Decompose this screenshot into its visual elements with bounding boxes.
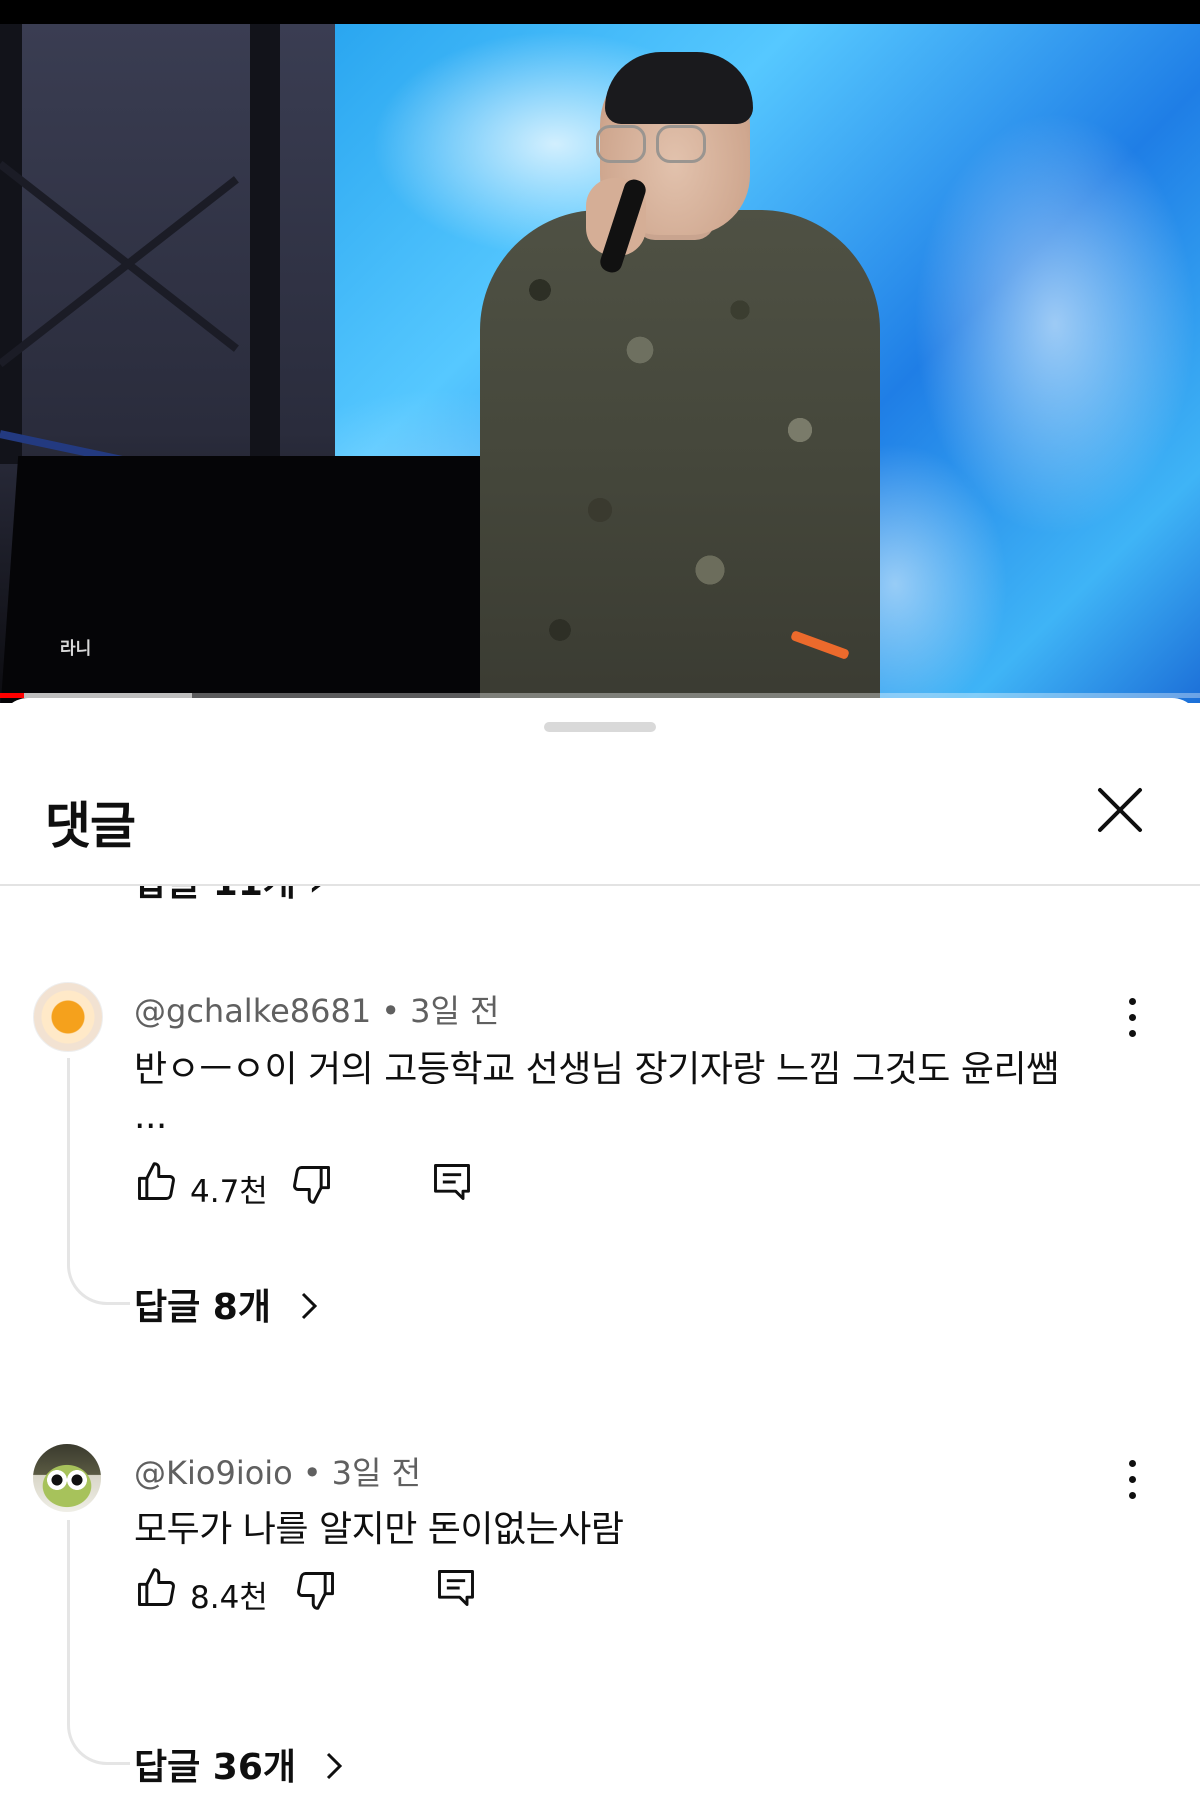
- comment-menu-button[interactable]: [1113, 1452, 1153, 1508]
- reply-button[interactable]: [434, 1566, 478, 1614]
- comment-text: 반ㅇㅡㅇ이 거의 고등학교 선생님 장기자랑 느낌 그것도 윤리쌤: [134, 1049, 1059, 1090]
- like-count: 4.7천: [190, 1174, 268, 1210]
- video-player[interactable]: 라니: [0, 0, 1200, 703]
- comment-time: 3일 전: [331, 1454, 422, 1492]
- thumb-down-icon: [293, 1166, 330, 1204]
- drag-handle[interactable]: [544, 722, 656, 732]
- thumb-down-icon: [297, 1572, 334, 1610]
- comment-author[interactable]: @gchalke8681: [134, 992, 371, 1030]
- status-bar: [0, 0, 1200, 24]
- thread-line: [67, 1058, 130, 1305]
- like-button[interactable]: [134, 1566, 178, 1614]
- replies-link-partial[interactable]: 답글 11개 ›: [134, 886, 323, 906]
- replies-count: 답글 8개: [134, 1287, 271, 1328]
- comment-author[interactable]: @Kio9ioio: [134, 1454, 293, 1492]
- sheet-title: 댓글: [45, 797, 136, 855]
- comment-menu-button[interactable]: [1113, 990, 1153, 1046]
- comment-time: 3일 전: [410, 992, 500, 1030]
- performer: [480, 210, 880, 703]
- thumb-up-icon: [138, 1162, 175, 1200]
- performer-hair: [605, 52, 753, 124]
- progress-played: [0, 693, 24, 698]
- glasses: [596, 125, 646, 163]
- close-icon: [1098, 788, 1142, 832]
- replies-link[interactable]: 답글 8개: [134, 1278, 320, 1330]
- glasses: [656, 125, 706, 163]
- truss-beam: [250, 24, 280, 484]
- comment-meta: @gchalke8681 • 3일 전: [134, 992, 500, 1030]
- channel-watermark: 라니: [60, 639, 92, 659]
- comments-list[interactable]: 답글 11개 › @gchalke8681•3일 전 반ㅇㅡㅇ이 거의 고등학교…: [0, 886, 1200, 1795]
- read-more[interactable]: ...: [134, 1096, 167, 1137]
- truss-beam: [0, 24, 22, 464]
- comment-icon: [434, 1164, 470, 1200]
- comment-text: 모두가 나를 알지만 돈이없는사람: [134, 1509, 624, 1550]
- reply-button[interactable]: [430, 1160, 474, 1208]
- like-count: 8.4천: [190, 1580, 268, 1616]
- chevron-right-icon: [326, 1752, 342, 1780]
- close-button[interactable]: [1092, 782, 1148, 838]
- comment-icon: [438, 1570, 474, 1606]
- avatar[interactable]: [33, 982, 103, 1052]
- replies-count: 답글 36개: [134, 1747, 296, 1788]
- like-button[interactable]: [134, 1160, 178, 1208]
- thread-line: [67, 1520, 130, 1765]
- avatar[interactable]: [33, 1444, 101, 1512]
- replies-link[interactable]: 답글 36개: [134, 1738, 345, 1790]
- thumb-up-icon: [138, 1568, 175, 1606]
- comment-meta: @Kio9ioio • 3일 전: [134, 1454, 422, 1492]
- comments-sheet: 댓글 답글 11개 › @gchalke8681•3일 전 반ㅇㅡㅇ이 거의 고…: [0, 698, 1200, 1795]
- dislike-button[interactable]: [290, 1162, 334, 1210]
- dislike-button[interactable]: [294, 1568, 338, 1616]
- stage-monitor: [0, 456, 499, 703]
- chevron-right-icon: [301, 1292, 317, 1320]
